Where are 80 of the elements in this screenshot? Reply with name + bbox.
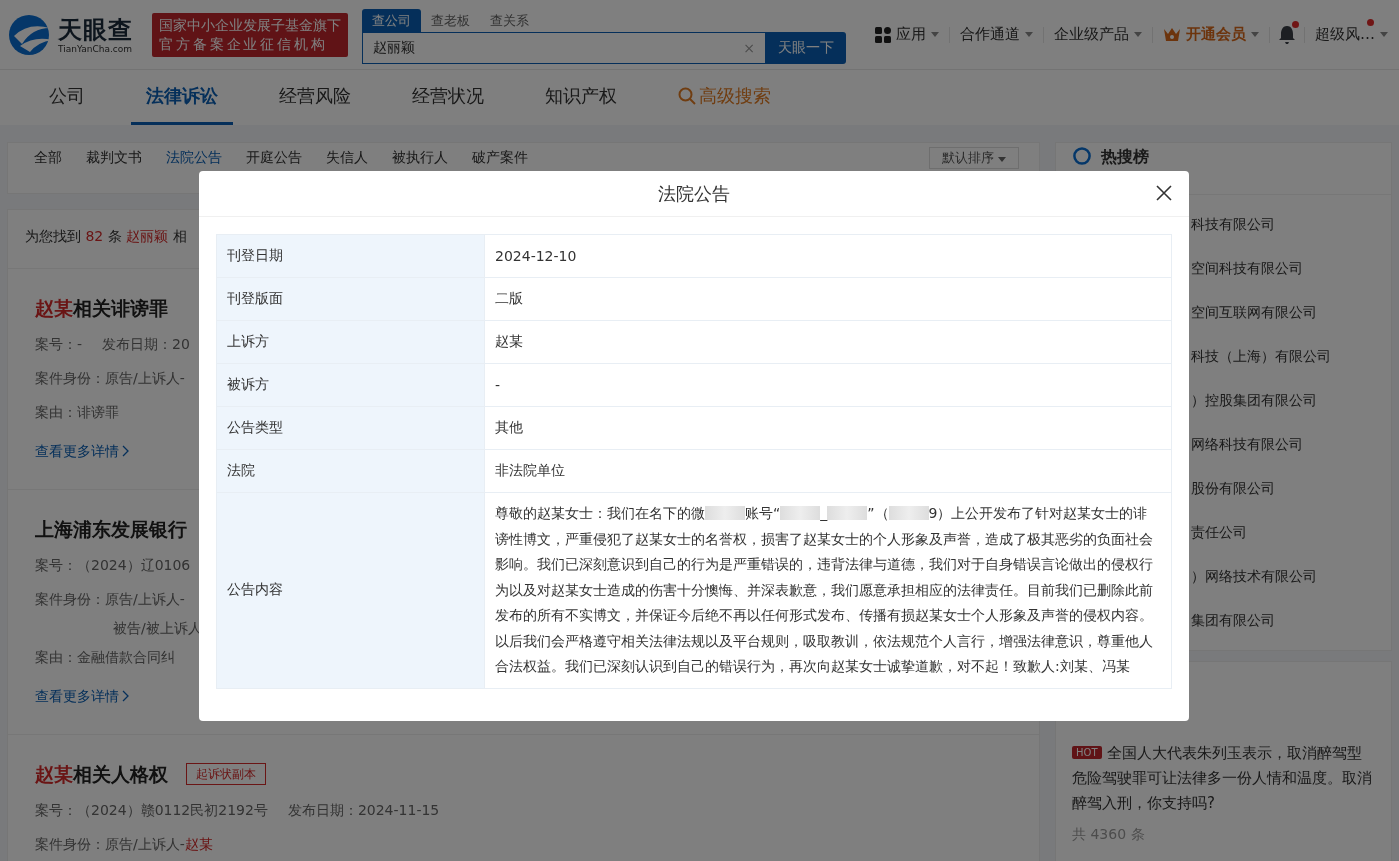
filter-tab[interactable]: 开庭公告 — [236, 149, 312, 167]
details-link[interactable]: 查看更多详情 — [35, 684, 129, 708]
redacted-mark — [705, 506, 745, 520]
search-icon — [678, 87, 696, 105]
filter-tab[interactable]: 失信人 — [316, 149, 378, 167]
redacted-mark — [827, 506, 868, 520]
caret-icon — [1251, 32, 1259, 37]
field-label: 公告类型 — [216, 406, 485, 450]
search-icon — [1073, 147, 1091, 165]
menu-item[interactable]: 企业级产品 — [1052, 25, 1144, 44]
field-value: 尊敬的赵某女士：我们在名下的微 账号“ _ ”（ 9）上公开发布了针对赵某女士的诽谤性博文，严重侵犯了赵某女士的名誉权，损害了赵某女士的个人形象及声誉，造成了极其恶劣的负面社会影响。我们已深刻意识到自己的行为是严重错误的，违背法律与道德，我们对于自身错误言论做出的侵权行为以及对赵某女士造成的伤害十分懊悔、并深表歉意，我们愿意承担相应的法律责任。目前我们已删除此前发布的所有不实博文，并保证今后绝不再以任何形式发布、传播有损赵某女士个人形象及声誉的侵权内容。以后我们会严格遵守相关法律法规以及平台规则，吸取教训，依法规范个人言行，增强法律意识，尊重他人合法权益。我们已深刻认识到自己的错误行为，再次向赵某女士诚挚道歉，对不起！致歉人:刘某、冯某 — [484, 492, 1172, 688]
search-tab[interactable]: 查老板 — [421, 9, 480, 32]
nav-tab[interactable]: 经营状况 — [397, 70, 499, 125]
badge-text: 国家中小企业发展子基金旗下 — [159, 15, 341, 35]
filter-tab[interactable]: 被执行人 — [382, 149, 458, 167]
nav-tab[interactable]: 知识产权 — [530, 70, 632, 125]
dialog-title: 法院公告 — [658, 181, 730, 206]
caret-icon — [1025, 32, 1033, 37]
caret-icon — [931, 32, 939, 37]
user-menu[interactable]: 超级风… — [1313, 25, 1390, 44]
case-field: 案号：（2024）赣0112民初2192号 — [35, 793, 268, 827]
case-title[interactable]: 赵某相关诽谤罪 — [35, 295, 168, 321]
nav-tab[interactable]: 法律诉讼 — [131, 70, 233, 125]
badge-text: 官方备案企业征信机构 — [159, 34, 329, 54]
caret-icon — [1134, 32, 1142, 37]
redacted-mark — [888, 506, 929, 520]
details-link[interactable]: 查看更多详情 — [35, 439, 129, 463]
case-field: 案件身份：原告/上诉人-赵某 — [35, 827, 213, 861]
news-headline[interactable]: $^{HOT}$ 全国人大代表朱列玉表示，取消醉驾型危险驾驶罪可让法律多一份人情和温度。取消醉驾入刑，你支持吗? — [1072, 740, 1375, 816]
crown-icon — [1163, 27, 1181, 42]
field-label: 刊登版面 — [216, 277, 485, 321]
chevron-icon — [122, 690, 129, 702]
case-field: 发布日期：20 — [102, 327, 190, 361]
redacted-mark — [780, 506, 821, 520]
case-field: 发布日期：2024-11-15 — [287, 793, 440, 827]
case-title[interactable]: 上海浦东发展银行 — [35, 516, 187, 542]
case-field: 案件身份：原告/上诉人- — [35, 361, 185, 395]
chevron-icon — [122, 445, 129, 457]
nav-tab[interactable]: 公司 — [34, 70, 100, 125]
field-label: 上诉方 — [216, 320, 485, 364]
document-tag: 起诉状副本 — [186, 763, 266, 785]
logo-domain: TianYanCha.com — [58, 43, 133, 54]
logo-name: 天眼查 — [58, 15, 133, 44]
case-field: 案号：（2024）辽0106 — [35, 548, 191, 582]
filter-tab[interactable]: 破产案件 — [462, 149, 538, 167]
sort-dropdown[interactable]: 默认排序 — [928, 147, 1019, 169]
bell-icon[interactable] — [1278, 24, 1296, 45]
field-label: 被诉方 — [216, 363, 485, 407]
filter-tab[interactable]: 法院公告 — [156, 149, 232, 167]
panel-title: 热搜榜 — [1101, 147, 1149, 168]
case-field: 案号：- — [35, 327, 83, 361]
menu-item[interactable]: 开通会员 — [1161, 25, 1261, 44]
menu-item[interactable]: 应用 — [873, 25, 941, 44]
apps-icon — [875, 26, 891, 43]
search-field[interactable]: 赵丽颖 × — [362, 32, 766, 64]
case-field: 案件身份：原告/上诉人- — [35, 582, 185, 616]
field-label: 法院 — [216, 449, 485, 493]
search-tab[interactable]: 查公司 — [362, 9, 421, 32]
case-field: 案由：诽谤罪 — [35, 395, 119, 429]
menu-item[interactable]: 合作通道 — [958, 25, 1035, 44]
field-label: 公告内容 — [216, 492, 485, 688]
case-field: 案由：金融借款合同纠 — [35, 640, 175, 674]
field-value: - — [484, 363, 1172, 407]
filter-tab[interactable]: 裁判文书 — [76, 149, 152, 167]
field-value: 赵某 — [484, 320, 1172, 364]
nav-tab[interactable]: 经营风险 — [264, 70, 366, 125]
result-summary: 为您找到 82 条 赵丽颖 相 — [25, 228, 187, 246]
search-button[interactable]: 天眼一下 — [766, 32, 846, 64]
case-title[interactable]: 赵某相关人格权 — [35, 761, 168, 787]
field-value: 其他 — [484, 406, 1172, 450]
search-tab[interactable]: 查关系 — [480, 9, 539, 32]
field-value: 二版 — [484, 277, 1172, 321]
close-icon[interactable] — [1156, 185, 1172, 201]
field-value: 2024-12-10 — [484, 234, 1172, 278]
caret-icon — [998, 157, 1006, 162]
caret-icon — [1380, 32, 1388, 37]
filter-tab[interactable]: 全部 — [24, 149, 72, 167]
field-label: 刊登日期 — [216, 234, 485, 278]
field-value: 非法院单位 — [484, 449, 1172, 493]
nav-tab[interactable]: 高级搜索 — [663, 70, 786, 125]
